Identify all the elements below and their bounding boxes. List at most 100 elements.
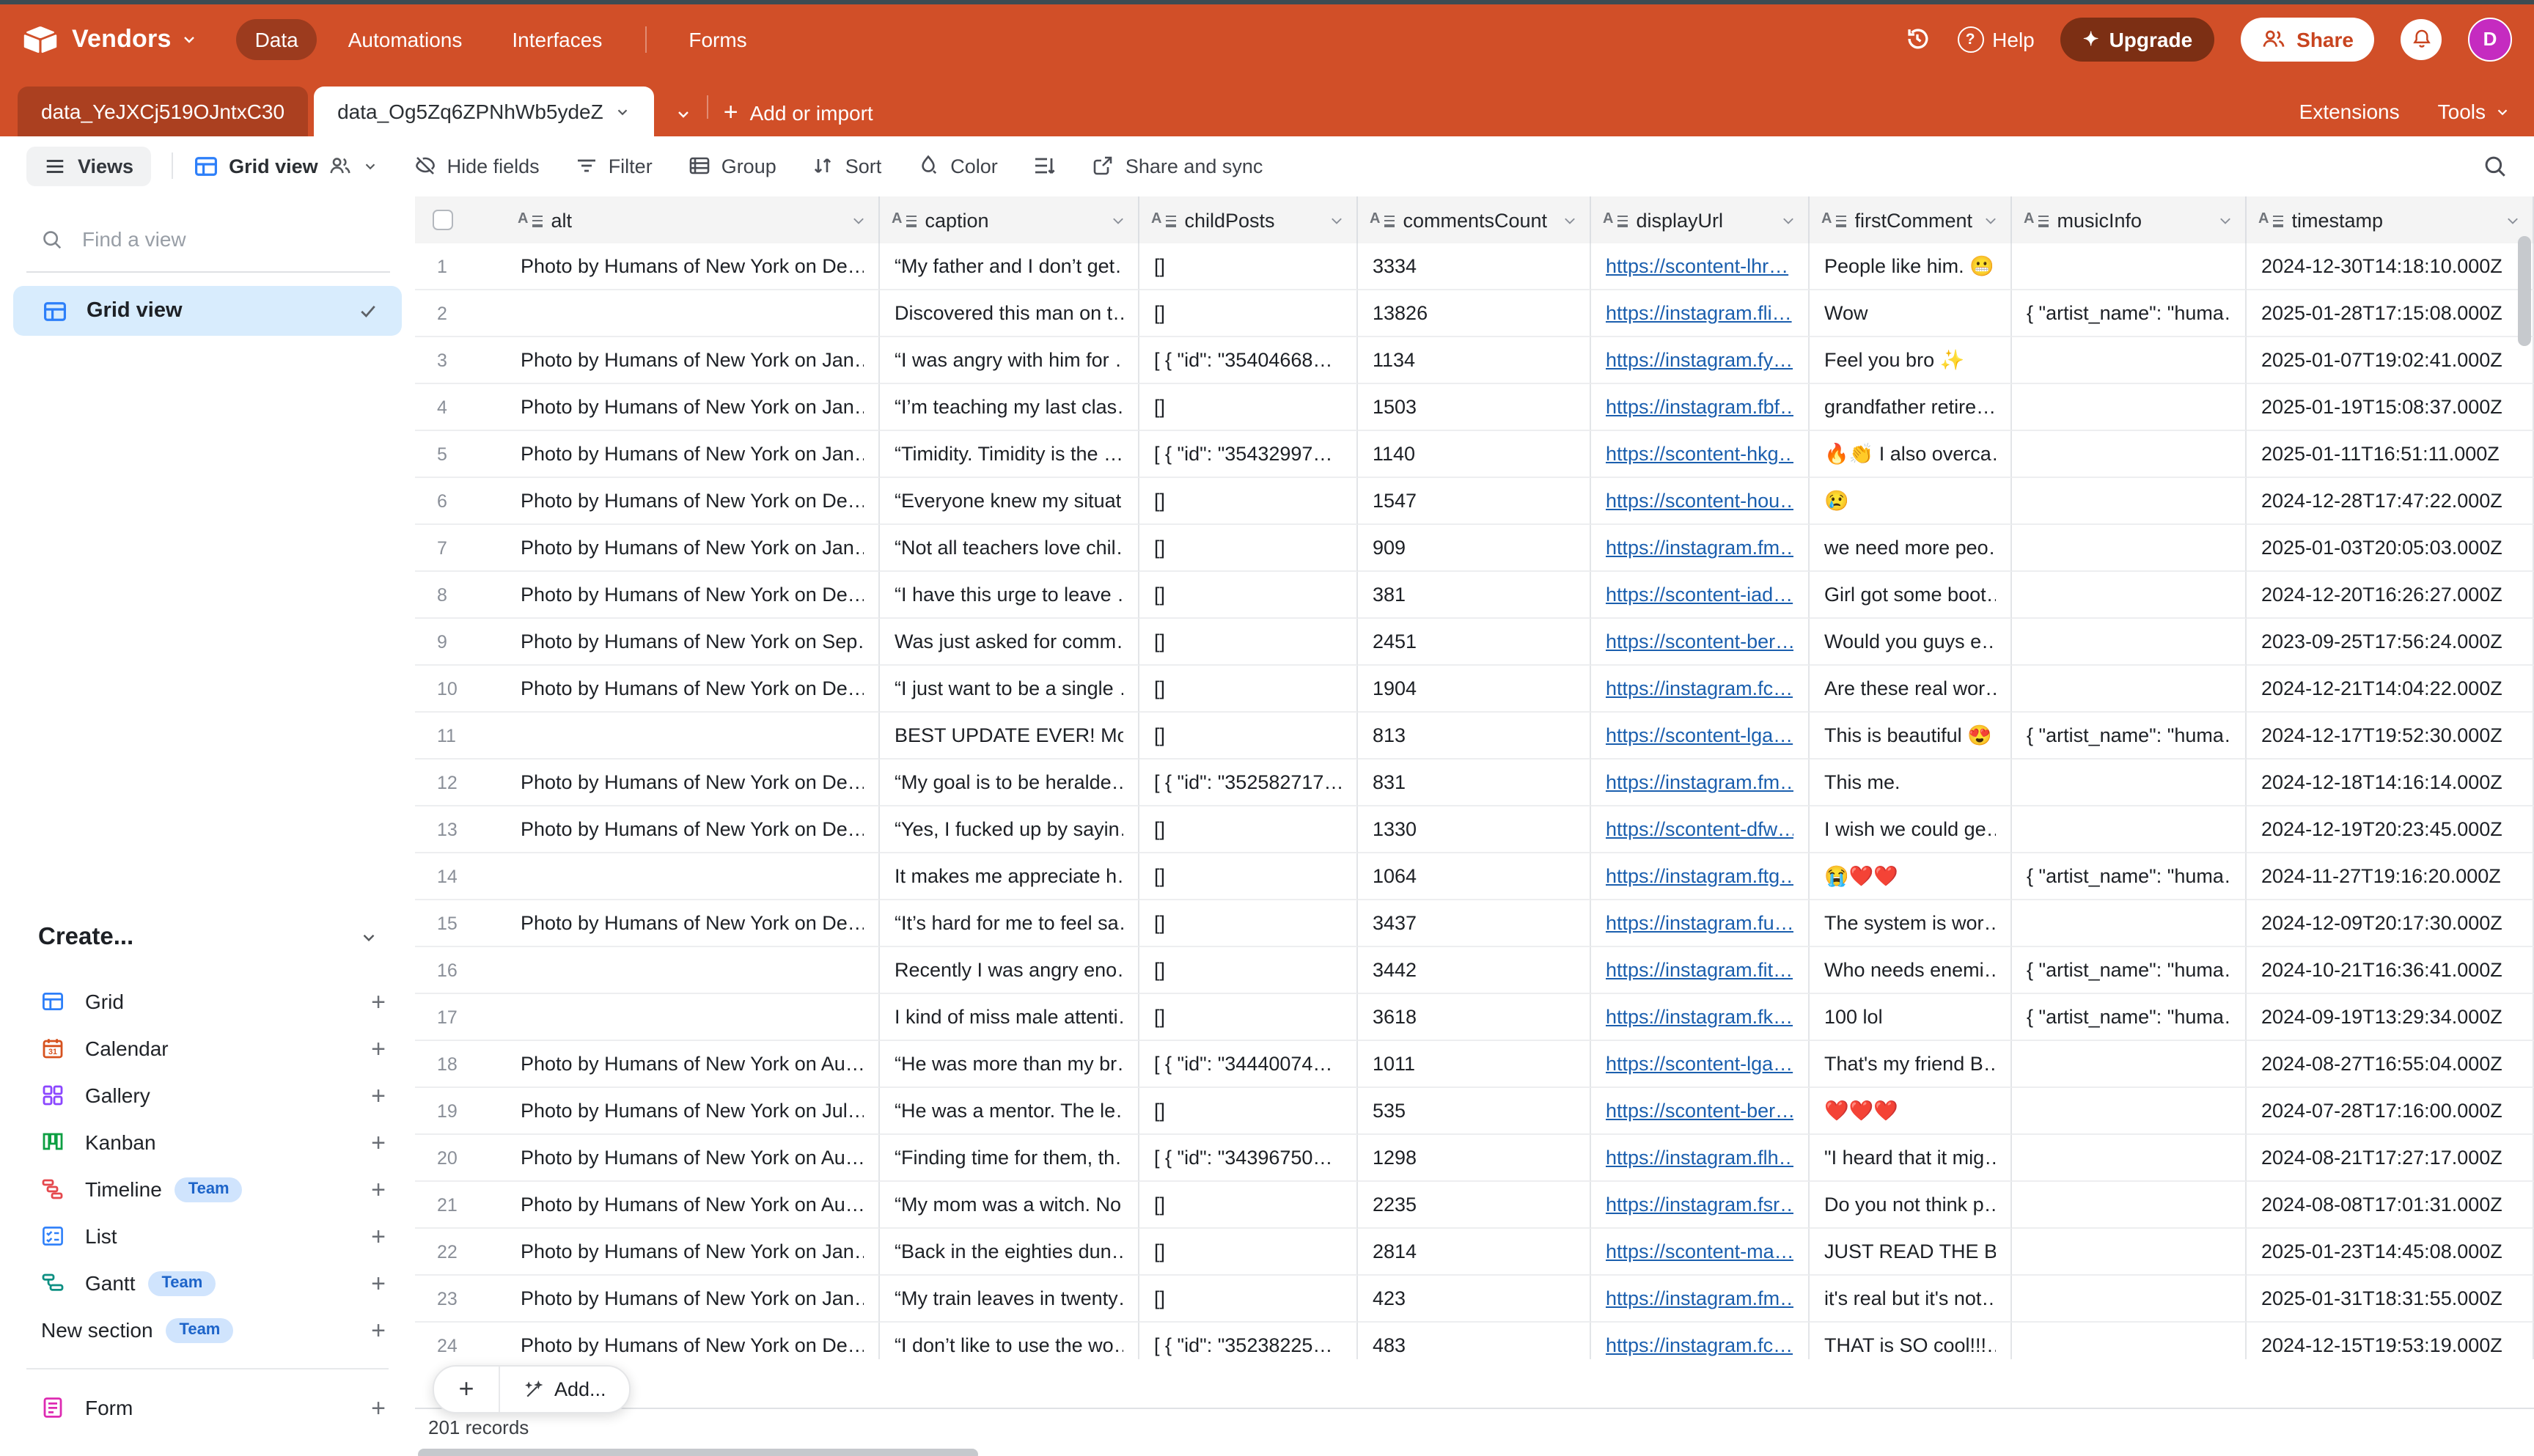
create-section-header[interactable]: Create... [38, 924, 378, 952]
cell-caption[interactable]: “My mom was a witch. No… [880, 1182, 1139, 1229]
cell-caption[interactable]: “My father and I don’t get… [880, 243, 1139, 290]
column-chevron-down-icon[interactable] [1104, 212, 1126, 228]
plus-icon[interactable]: + [371, 1083, 386, 1108]
cell-childPosts[interactable]: [ { "id": "34396750… [1139, 1135, 1358, 1182]
cell-displayUrl[interactable]: https://instagram.fy… [1591, 337, 1810, 384]
cell-commentsCount[interactable]: 3437 [1358, 900, 1591, 947]
table-row[interactable]: 13Photo by Humans of New York on De…“Yes… [415, 806, 2534, 853]
workspace-name[interactable]: Vendors [72, 24, 172, 54]
cell-firstComment[interactable]: 🔥👏 I also overca… [1810, 431, 2012, 478]
find-a-view-input[interactable]: Find a view [0, 216, 415, 262]
cell-displayUrl[interactable]: https://instagram.fu… [1591, 900, 1810, 947]
cell-musicInfo[interactable] [2012, 243, 2247, 290]
cell-childPosts[interactable]: [] [1139, 1088, 1358, 1135]
cell-childPosts[interactable]: [ { "id": "35238225… [1139, 1323, 1358, 1359]
cell-childPosts[interactable]: [] [1139, 619, 1358, 666]
table-row[interactable]: 18Photo by Humans of New York on Au…“He … [415, 1041, 2534, 1088]
hide-fields-button[interactable]: Hide fields [414, 154, 540, 177]
cell-link-text[interactable]: https://scontent-hou… [1606, 490, 1793, 512]
cell-musicInfo[interactable]: { "artist_name": "huma… [2012, 290, 2247, 337]
cell-timestamp[interactable]: 2025-01-31T18:31:55.000Z [2247, 1276, 2534, 1323]
nav-tab-automations[interactable]: Automations [329, 18, 482, 59]
cell-caption[interactable]: “Not all teachers love chil… [880, 525, 1139, 572]
cell-link-text[interactable]: https://instagram.ftg… [1606, 865, 1793, 887]
cell-displayUrl[interactable]: https://scontent-hou… [1591, 478, 1810, 525]
row-number[interactable]: 17 [415, 994, 506, 1041]
cell-caption[interactable]: “He was more than my br… [880, 1041, 1139, 1088]
cell-link-text[interactable]: https://scontent-lhr… [1606, 255, 1788, 277]
cell-musicInfo[interactable] [2012, 572, 2247, 619]
cell-link-text[interactable]: https://instagram.fli… [1606, 302, 1792, 324]
table-row[interactable]: 15Photo by Humans of New York on De…“It’… [415, 900, 2534, 947]
column-header-timestamp[interactable]: Atimestamp [2247, 196, 2534, 243]
cell-timestamp[interactable]: 2024-09-19T13:29:34.000Z [2247, 994, 2534, 1041]
cell-timestamp[interactable]: 2024-12-30T14:18:10.000Z [2247, 243, 2534, 290]
cell-musicInfo[interactable]: { "artist_name": "huma… [2012, 947, 2247, 994]
create-item-timeline[interactable]: TimelineTeam+ [0, 1166, 415, 1213]
cell-commentsCount[interactable]: 1330 [1358, 806, 1591, 853]
table-tab-active[interactable]: data_Og5Zq6ZPNhWb5ydeZ [314, 87, 655, 136]
cell-commentsCount[interactable]: 1134 [1358, 337, 1591, 384]
cell-commentsCount[interactable]: 381 [1358, 572, 1591, 619]
create-item-gallery[interactable]: Gallery+ [0, 1072, 415, 1119]
cell-firstComment[interactable]: Feel you bro ✨ [1810, 337, 2012, 384]
search-button[interactable] [2483, 136, 2508, 195]
cell-childPosts[interactable]: [] [1139, 666, 1358, 713]
cell-alt[interactable] [506, 290, 880, 337]
cell-link-text[interactable]: https://scontent-ma… [1606, 1240, 1793, 1262]
row-number[interactable]: 18 [415, 1041, 506, 1088]
plus-icon[interactable]: + [371, 989, 386, 1014]
cell-link-text[interactable]: https://instagram.fsr… [1606, 1194, 1793, 1216]
color-button[interactable]: Color [917, 154, 998, 177]
plus-icon[interactable]: + [371, 1271, 386, 1295]
vertical-scrollbar[interactable] [2518, 236, 2531, 346]
cell-childPosts[interactable]: [] [1139, 572, 1358, 619]
column-chevron-down-icon[interactable] [1323, 212, 1345, 228]
table-row[interactable]: 4Photo by Humans of New York on Jan…“I’m… [415, 384, 2534, 431]
cell-childPosts[interactable]: [] [1139, 806, 1358, 853]
cell-caption[interactable]: “Timidity. Timidity is the … [880, 431, 1139, 478]
cell-musicInfo[interactable] [2012, 1276, 2247, 1323]
cell-firstComment[interactable]: This is beautiful 😍 [1810, 713, 2012, 760]
table-row[interactable]: 23Photo by Humans of New York on Jan…“My… [415, 1276, 2534, 1323]
cell-alt[interactable] [506, 994, 880, 1041]
cell-link-text[interactable]: https://scontent-lga… [1606, 1053, 1793, 1075]
cell-link-text[interactable]: https://instagram.fy… [1606, 349, 1793, 371]
cell-alt[interactable]: Photo by Humans of New York on Jan… [506, 384, 880, 431]
cell-childPosts[interactable]: [] [1139, 290, 1358, 337]
cell-commentsCount[interactable]: 3442 [1358, 947, 1591, 994]
table-row[interactable]: 2Discovered this man on t…[]13826https:/… [415, 290, 2534, 337]
cell-musicInfo[interactable]: { "artist_name": "huma… [2012, 853, 2247, 900]
column-chevron-down-icon[interactable] [1556, 212, 1578, 228]
cell-childPosts[interactable]: [] [1139, 243, 1358, 290]
cell-caption[interactable]: “Back in the eighties dun… [880, 1229, 1139, 1276]
workspace-chevron-down-icon[interactable] [180, 30, 198, 48]
cell-timestamp[interactable]: 2024-12-17T19:52:30.000Z [2247, 713, 2534, 760]
cell-caption[interactable]: Was just asked for comm… [880, 619, 1139, 666]
create-item-new-section[interactable]: New sectionTeam+ [0, 1306, 415, 1353]
cell-musicInfo[interactable] [2012, 431, 2247, 478]
cell-caption[interactable]: “He was a mentor. The le… [880, 1088, 1139, 1135]
cell-timestamp[interactable]: 2024-12-15T19:53:19.000Z [2247, 1323, 2534, 1359]
cell-firstComment[interactable]: Wow [1810, 290, 2012, 337]
cell-displayUrl[interactable]: https://instagram.fit… [1591, 947, 1810, 994]
row-number[interactable]: 1 [415, 243, 506, 290]
cell-caption[interactable]: “I just want to be a single … [880, 666, 1139, 713]
cell-alt[interactable]: Photo by Humans of New York on Au… [506, 1182, 880, 1229]
cell-displayUrl[interactable]: https://instagram.fc… [1591, 1323, 1810, 1359]
cell-link-text[interactable]: https://scontent-lga… [1606, 724, 1793, 746]
cell-timestamp[interactable]: 2025-01-28T17:15:08.000Z [2247, 290, 2534, 337]
cell-musicInfo[interactable] [2012, 478, 2247, 525]
cell-firstComment[interactable]: Do you not think p… [1810, 1182, 2012, 1229]
row-number[interactable]: 9 [415, 619, 506, 666]
upgrade-button[interactable]: ✦ Upgrade [2061, 17, 2214, 61]
cell-displayUrl[interactable]: https://scontent-ber… [1591, 1088, 1810, 1135]
cell-timestamp[interactable]: 2025-01-19T15:08:37.000Z [2247, 384, 2534, 431]
cell-commentsCount[interactable]: 909 [1358, 525, 1591, 572]
column-chevron-down-icon[interactable] [2499, 212, 2521, 228]
cell-timestamp[interactable]: 2024-12-28T17:47:22.000Z [2247, 478, 2534, 525]
cell-commentsCount[interactable]: 1904 [1358, 666, 1591, 713]
cell-childPosts[interactable]: [] [1139, 900, 1358, 947]
cell-commentsCount[interactable]: 2451 [1358, 619, 1591, 666]
cell-childPosts[interactable]: [] [1139, 994, 1358, 1041]
